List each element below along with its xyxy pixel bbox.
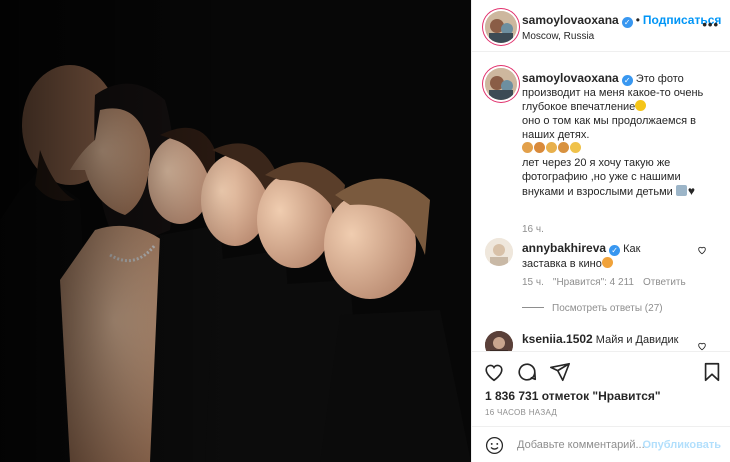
replies-line	[522, 307, 544, 308]
person-emoji-icon	[534, 142, 545, 153]
caption-line-3: лет через 20 я хочу такую же фотографию …	[522, 157, 681, 198]
author-username[interactable]: samoylovaoxana	[522, 13, 619, 27]
house-icon	[675, 185, 687, 196]
person-emoji-icon	[570, 142, 581, 153]
like-comment-heart-icon[interactable]	[697, 245, 707, 255]
commenter-avatar[interactable]	[485, 331, 513, 351]
comment-likes[interactable]: "Нравится": 4 211	[553, 277, 634, 288]
post-panel: samoylovaoxana ✓ • Подписаться Moscow, Russ…	[471, 0, 730, 462]
comment-time[interactable]: 15 ч.	[522, 277, 544, 288]
share-icon[interactable]	[549, 361, 571, 383]
heart-icon[interactable]	[483, 361, 505, 383]
commenter-avatar[interactable]	[485, 238, 513, 266]
comment-meta: 15 ч. "Нравится": 4 211 Ответить	[522, 277, 695, 288]
family-photo	[0, 0, 471, 462]
comment-text: kseniia.1502 Майя и Давидик	[522, 332, 679, 347]
caption-text: samoylovaoxana ✓ Это фото производит на м…	[522, 71, 722, 199]
view-replies-button[interactable]: Посмотреть ответы (27)	[522, 303, 663, 314]
like-comment-heart-icon[interactable]	[697, 341, 707, 351]
post-comment-button[interactable]: Опубликовать	[642, 439, 721, 451]
caption-avatar[interactable]	[485, 68, 517, 100]
bookmark-icon[interactable]	[701, 361, 723, 383]
author-avatar[interactable]	[485, 11, 517, 43]
star-struck-icon	[601, 257, 613, 268]
verified-badge-icon: ✓	[621, 17, 633, 28]
more-icon[interactable]: •••	[702, 17, 719, 32]
post-header: samoylovaoxana ✓ • Подписаться Moscow, Russ…	[472, 0, 730, 52]
commenter-username[interactable]: kseniia.1502	[522, 332, 593, 346]
view-replies-label: Посмотреть ответы (27)	[552, 303, 663, 314]
caption-username[interactable]: samoylovaoxana	[522, 71, 619, 85]
verified-badge-icon: ✓	[609, 245, 621, 256]
header-line: samoylovaoxana ✓ • Подписаться	[522, 13, 721, 28]
verified-badge-icon: ✓	[621, 75, 633, 86]
post-image[interactable]	[0, 0, 471, 462]
post-location[interactable]: Moscow, Russia	[522, 31, 594, 42]
comments-list[interactable]: samoylovaoxana ✓ Это фото производит на м…	[472, 53, 730, 351]
comment-body: Майя и Давидик	[595, 334, 679, 346]
likes-count[interactable]: 1 836 731 отметок "Нравится"	[485, 389, 661, 403]
avatar-image	[485, 11, 517, 43]
post-time-ago[interactable]: 16 ЧАСОВ НАЗАД	[485, 408, 557, 417]
avatar-image	[485, 68, 517, 100]
person-emoji-icon	[558, 142, 569, 153]
person-emoji-icon	[522, 142, 533, 153]
avatar-image	[485, 331, 513, 351]
flushed-face-icon	[635, 100, 647, 111]
separator-dot: •	[635, 13, 640, 27]
caption-timestamp[interactable]: 16 ч.	[522, 224, 544, 235]
person-emoji-icon	[546, 142, 557, 153]
emoji-picker-icon[interactable]	[485, 436, 504, 455]
avatar-image	[485, 238, 513, 266]
commenter-username[interactable]: annybakhireva	[522, 241, 606, 255]
reply-button[interactable]: Ответить	[643, 277, 686, 288]
caption-line-2: оно о том как мы продолжаемся в наших де…	[522, 115, 696, 141]
comment-text: annybakhireva ✓ Как заставка в кино	[522, 241, 687, 272]
add-comment-bar: Опубликовать	[472, 426, 730, 462]
black-heart-icon: ♥	[687, 184, 695, 198]
comment-input[interactable]	[517, 436, 645, 454]
comment-icon[interactable]	[516, 361, 538, 383]
